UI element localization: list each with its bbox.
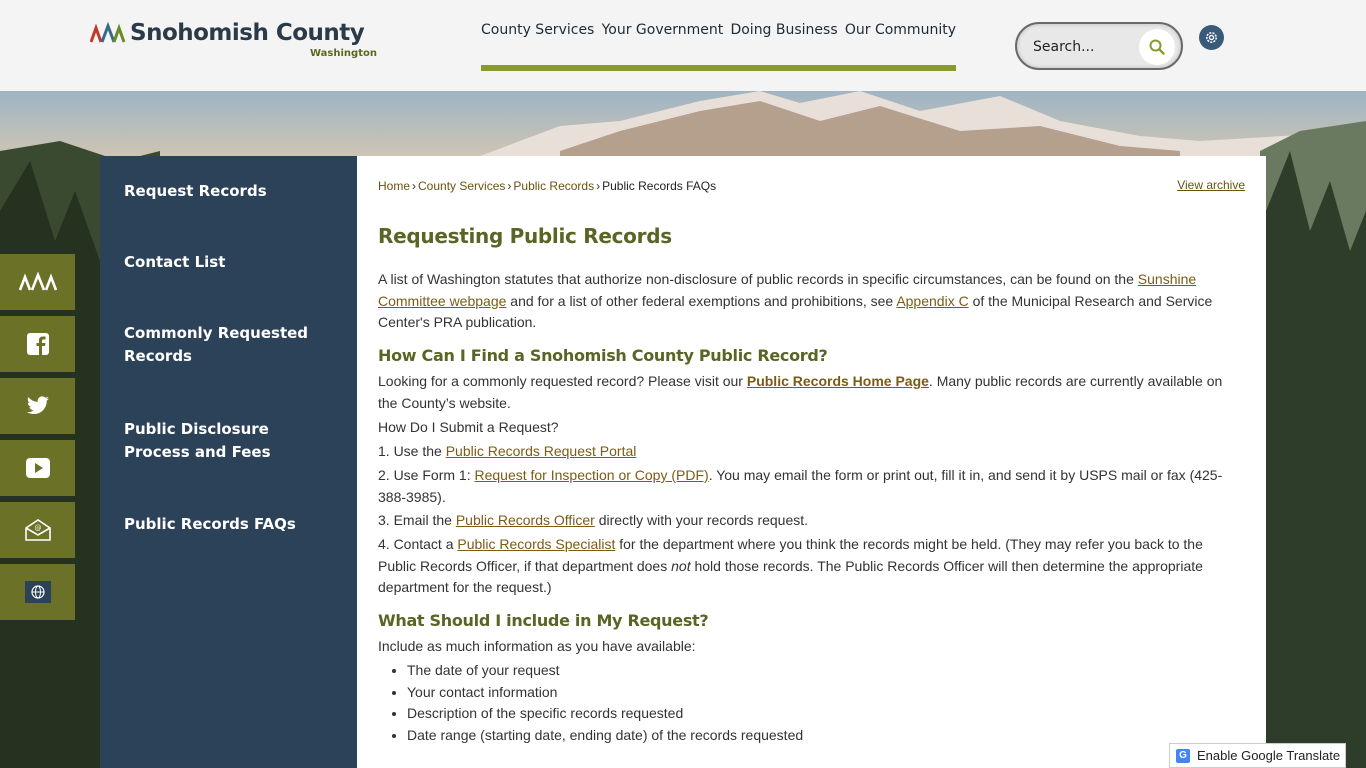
submit-question: How Do I Submit a Request? (378, 419, 559, 435)
step-1: 1. Use the Public Records Request Portal (378, 441, 1244, 463)
nav-county-services[interactable]: County Services (481, 22, 594, 42)
nav-underline (481, 65, 956, 71)
social-bar: @ (0, 254, 75, 626)
view-archive-link[interactable]: View archive (1177, 178, 1245, 192)
google-icon: G (1176, 748, 1190, 763)
form-1-pdf-link[interactable]: Request for Inspection or Copy (PDF) (474, 467, 708, 483)
step-text: 3. Email the (378, 512, 456, 528)
facebook-icon (26, 333, 49, 355)
intro-text: A list of Washington statutes that autho… (378, 271, 1138, 287)
logo-text: Snohomish County (130, 20, 365, 46)
sidebar-item-public-disclosure-process[interactable]: Public Disclosure Process and Fees (124, 418, 339, 464)
include-intro: Include as much information as you have … (378, 638, 696, 654)
county-logo-icon (90, 22, 126, 43)
county-logo[interactable]: Snohomish County Washington (90, 20, 380, 62)
step-emphasis: not (671, 557, 691, 574)
intro-paragraph: A list of Washington statutes that autho… (378, 269, 1244, 334)
svg-text:@: @ (34, 524, 41, 532)
youtube-icon (25, 458, 50, 478)
breadcrumb-county-services[interactable]: County Services (418, 179, 505, 193)
page-title: Requesting Public Records (378, 224, 672, 248)
public-records-officer-link[interactable]: Public Records Officer (456, 512, 595, 528)
request-portal-link[interactable]: Public Records Request Portal (446, 443, 637, 459)
twitter-link[interactable] (0, 378, 75, 434)
breadcrumb-separator: › (412, 179, 417, 193)
breadcrumb-separator: › (596, 179, 601, 193)
nav-our-community[interactable]: Our Community (845, 22, 956, 42)
sidebar-item-public-records-faqs[interactable]: Public Records FAQs (124, 513, 339, 536)
sidebar-nav: Request Records Contact List Commonly Re… (100, 156, 357, 768)
search-icon (1149, 39, 1165, 55)
breadcrumb-public-records[interactable]: Public Records (513, 179, 594, 193)
step-3: 3. Email the Public Records Officer dire… (378, 510, 1244, 532)
sidebar-item-request-records[interactable]: Request Records (124, 180, 339, 203)
heading-find-record: How Can I Find a Snohomish County Public… (378, 346, 828, 365)
logo-subtitle: Washington (310, 48, 377, 59)
sidebar-item-contact-list[interactable]: Contact List (124, 251, 339, 274)
search-input[interactable] (1033, 37, 1143, 57)
search-box (1015, 22, 1183, 70)
sidebar-item-commonly-requested-records[interactable]: Commonly Requested Records (124, 322, 339, 368)
email-link[interactable]: @ (0, 502, 75, 558)
intro-text: and for a list of other federal exemptio… (506, 292, 897, 309)
step-4: 4. Contact a Public Records Specialist f… (378, 534, 1244, 599)
step-text: 4. Contact a (378, 536, 458, 552)
appendix-c-link[interactable]: Appendix C (896, 293, 968, 309)
google-translate-button[interactable]: G Enable Google Translate (1169, 743, 1346, 768)
gear-icon (1206, 32, 1217, 43)
twitter-icon (26, 396, 49, 415)
translate-label: Enable Google Translate (1197, 748, 1341, 763)
main-content: Home › County Services › Public Records › Publ… (357, 156, 1266, 768)
step-text: directly with your records request. (594, 512, 809, 528)
translate-globe-icon (24, 581, 51, 603)
facebook-link[interactable] (0, 316, 75, 372)
settings-button[interactable] (1199, 25, 1224, 50)
list-item: The date of your request (407, 660, 803, 682)
main-nav: County Services Your Government Doing Bu… (481, 22, 956, 42)
include-list: The date of your request Your contact in… (407, 660, 803, 747)
step-text: 1. Use the (378, 443, 446, 459)
youtube-link[interactable] (0, 440, 75, 496)
list-item: Description of the specific records requ… (407, 703, 803, 725)
county-logo-icon (18, 272, 57, 291)
list-item: Date range (starting date, ending date) … (407, 725, 803, 747)
county-home-link[interactable] (0, 254, 75, 310)
email-icon: @ (24, 519, 51, 541)
nav-your-government[interactable]: Your Government (602, 22, 724, 42)
list-item: Your contact information (407, 682, 803, 704)
find-paragraph: Looking for a commonly requested record?… (378, 371, 1244, 414)
step-2: 2. Use Form 1: Request for Inspection or… (378, 465, 1244, 508)
public-records-home-link[interactable]: Public Records Home Page (747, 373, 929, 389)
nav-doing-business[interactable]: Doing Business (730, 22, 837, 42)
heading-include: What Should I include in My Request? (378, 611, 709, 630)
breadcrumb-current: Public Records FAQs (602, 179, 717, 193)
breadcrumb: Home › County Services › Public Records › Publ… (378, 179, 716, 193)
search-button[interactable] (1139, 29, 1175, 65)
breadcrumb-home[interactable]: Home (378, 179, 410, 193)
site-header: Snohomish County Washington County Servi… (0, 0, 1366, 91)
step-text: 2. Use Form 1: (378, 467, 475, 483)
translate-link[interactable] (0, 564, 75, 620)
public-records-specialist-link[interactable]: Public Records Specialist (457, 536, 615, 552)
find-text: Looking for a commonly requested record?… (378, 373, 747, 389)
